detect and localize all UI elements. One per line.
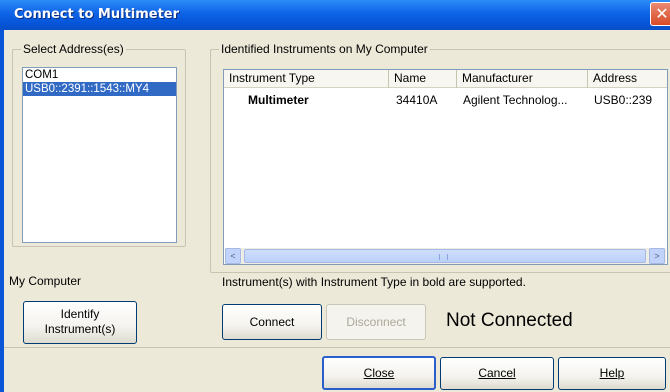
identify-label-line1: Identify (60, 307, 100, 321)
address-item-com1[interactable]: COM1 (23, 68, 176, 82)
dialog-body: Select Address(es) COM1 USB0::2391::1543… (4, 30, 670, 392)
my-computer-label: My Computer (9, 274, 82, 288)
scroll-left-button[interactable]: < (225, 248, 241, 264)
cell-instrument-type: Multimeter (248, 93, 309, 107)
cell-address: USB0::239 (594, 93, 653, 107)
connect-button[interactable]: Connect (222, 304, 322, 340)
cell-manufacturer: Agilent Technolog... (463, 93, 568, 107)
address-listbox[interactable]: COM1 USB0::2391::1543::MY4 (22, 67, 177, 243)
disconnect-button[interactable]: Disconnect (326, 304, 426, 340)
close-window-button[interactable]: ✕ (650, 2, 670, 26)
column-header-name[interactable]: Name (389, 70, 457, 88)
arrow-right-icon: > (654, 251, 660, 261)
cancel-button-label: Cancel (478, 366, 516, 380)
column-header-address[interactable]: Address (588, 70, 667, 88)
arrow-left-icon: < (230, 251, 236, 261)
horizontal-scrollbar[interactable]: < > (225, 248, 666, 264)
cell-name: 34410A (396, 93, 438, 107)
identify-instruments-button[interactable]: Identify Instrument(s) (23, 301, 137, 344)
scroll-right-button[interactable]: > (649, 248, 665, 264)
grip-icon (439, 254, 448, 260)
cancel-button[interactable]: Cancel (440, 357, 554, 390)
window-title: Connect to Multimeter (14, 7, 180, 22)
instruments-table[interactable]: Instrument Type Name Manufacturer Addres… (223, 69, 668, 265)
table-header: Instrument Type Name Manufacturer Addres… (224, 70, 667, 88)
column-header-manufacturer[interactable]: Manufacturer (457, 70, 588, 88)
address-group-legend: Select Address(es) (21, 42, 126, 56)
close-icon: ✕ (655, 4, 669, 23)
address-item-usb[interactable]: USB0::2391::1543::MY4 (23, 82, 176, 96)
dialog-window: Connect to Multimeter ✕ Select Address(e… (0, 0, 670, 392)
supported-note: Instrument(s) with Instrument Type in bo… (222, 275, 526, 289)
table-row[interactable]: Multimeter 34410A Agilent Technolog... U… (224, 91, 667, 109)
help-button[interactable]: Help (558, 357, 666, 390)
title-bar[interactable]: Connect to Multimeter ✕ (0, 0, 670, 30)
divider (4, 347, 670, 348)
close-button-label: Close (363, 366, 395, 380)
scrollbar-thumb[interactable] (244, 249, 646, 263)
instruments-group-legend: Identified Instruments on My Computer (219, 42, 430, 56)
connection-status: Not Connected (446, 310, 573, 331)
identify-label-line2: Instrument(s) (44, 322, 116, 336)
column-header-instrument-type[interactable]: Instrument Type (224, 70, 389, 88)
close-button[interactable]: Close (322, 356, 436, 390)
help-button-label: Help (599, 366, 625, 380)
